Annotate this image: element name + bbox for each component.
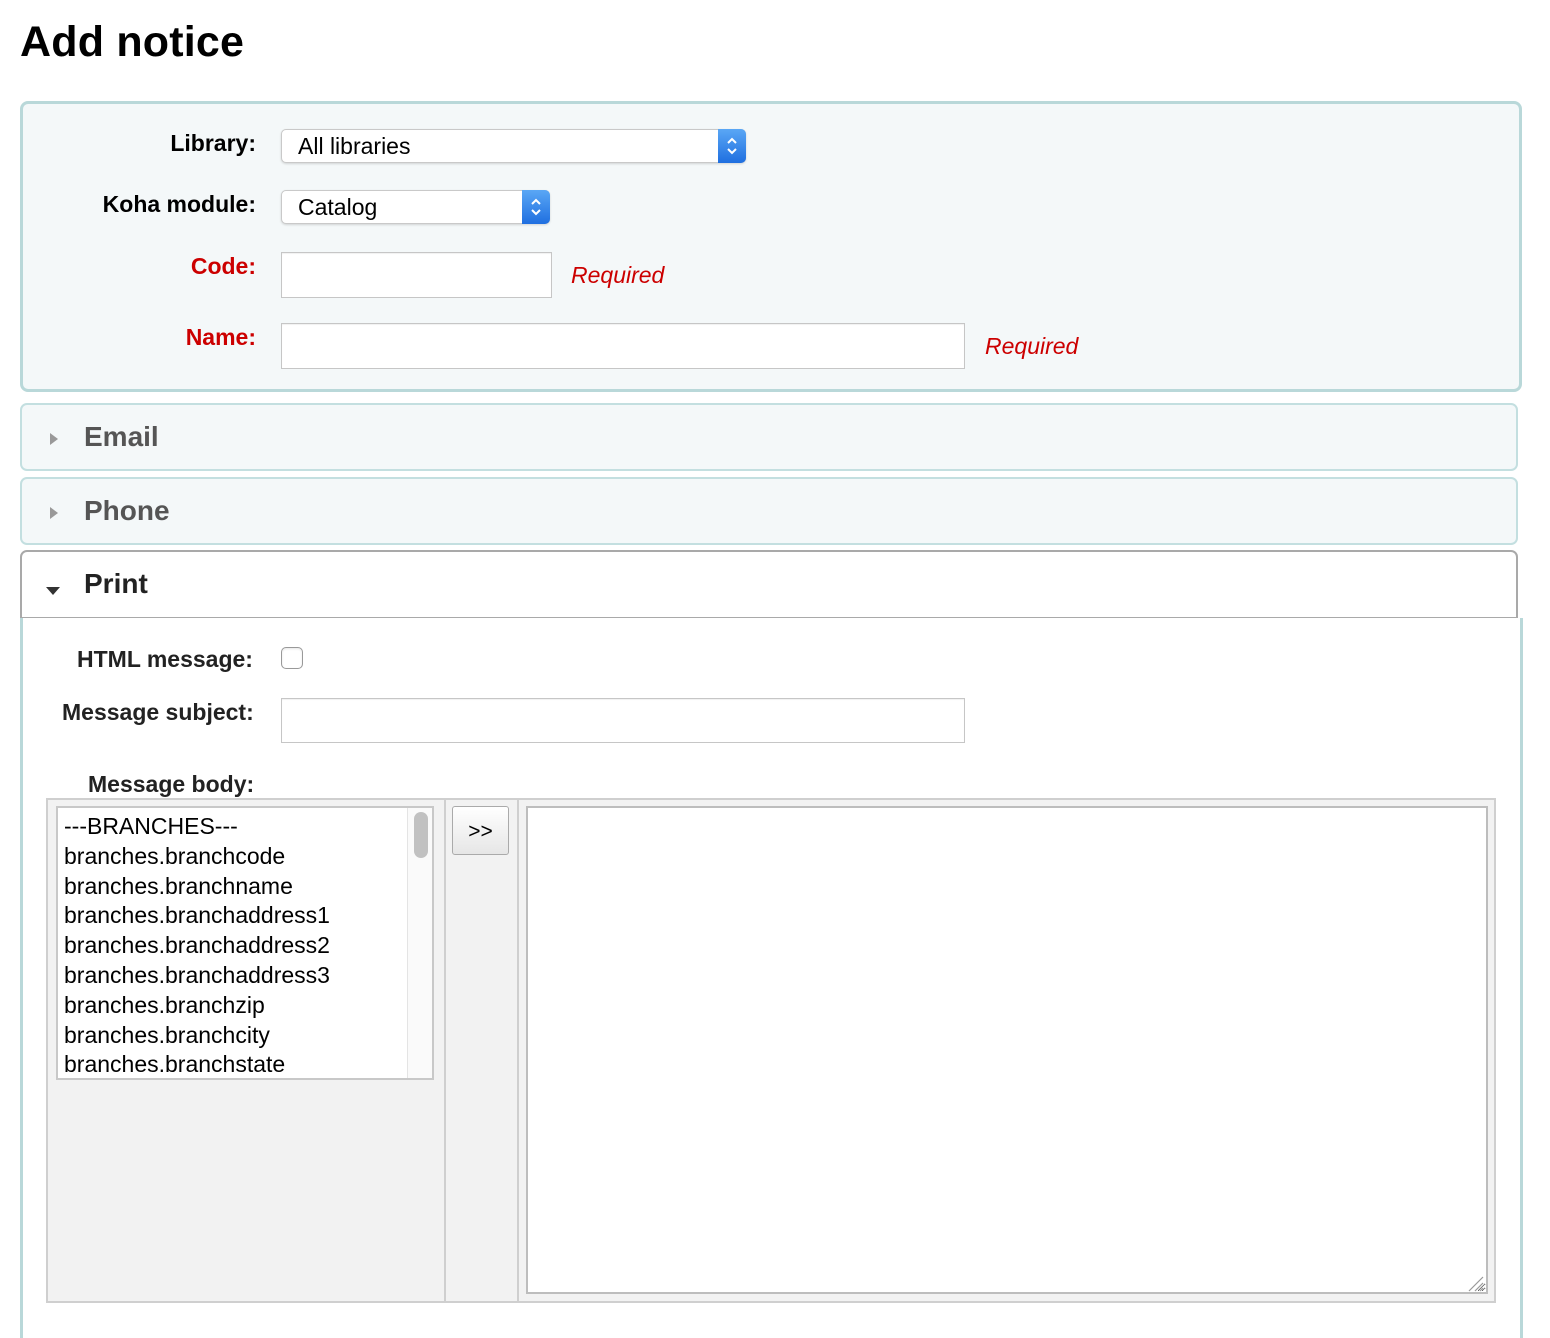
code-input[interactable] xyxy=(281,252,552,298)
field-option[interactable]: branches.branchname xyxy=(64,872,432,902)
name-input[interactable] xyxy=(281,323,965,369)
resize-grip-icon[interactable] xyxy=(1466,1274,1548,1324)
field-option[interactable]: ---BRANCHES--- xyxy=(64,812,432,842)
koha-module-select[interactable]: Catalog xyxy=(281,190,550,224)
field-list-scroll-thumb[interactable] xyxy=(414,812,428,858)
library-select[interactable]: All libraries xyxy=(281,129,746,163)
field-option[interactable]: branches.branchcity xyxy=(64,1021,432,1051)
updown-chevrons-icon xyxy=(718,129,746,163)
message-subject-input[interactable] xyxy=(281,698,965,743)
field-option[interactable]: branches.branchaddress1 xyxy=(64,901,432,931)
triangle-right-icon xyxy=(50,506,58,524)
field-option[interactable]: branches.branchcode xyxy=(64,842,432,872)
phone-section-title: Phone xyxy=(84,495,170,526)
library-label: Library: xyxy=(170,130,256,156)
database-fields-list[interactable]: ---BRANCHES--- branches.branchcode branc… xyxy=(56,806,434,1080)
html-message-label: HTML message: xyxy=(77,646,253,672)
triangle-right-icon xyxy=(50,432,58,450)
name-label: Name: xyxy=(185,324,256,350)
code-label: Code: xyxy=(190,253,256,279)
message-body-label: Message body: xyxy=(88,771,255,797)
triangle-down-icon xyxy=(46,582,60,600)
code-required-note: Required xyxy=(571,262,665,288)
field-option[interactable]: branches.branchaddress2 xyxy=(64,931,432,961)
phone-section-header[interactable]: Phone xyxy=(20,477,1518,545)
column-divider xyxy=(517,800,519,1301)
page-title: Add notice xyxy=(20,18,245,66)
html-message-checkbox[interactable] xyxy=(281,647,303,669)
library-select-value: All libraries xyxy=(298,133,411,159)
name-required-note: Required xyxy=(985,333,1079,359)
insert-field-button[interactable]: >> xyxy=(452,806,509,855)
message-subject-label: Message subject: xyxy=(62,699,254,725)
message-body-textarea[interactable] xyxy=(526,806,1488,1294)
field-list-scrollbar[interactable] xyxy=(407,808,432,1078)
print-section-title: Print xyxy=(84,568,148,599)
field-option[interactable]: branches.branchzip xyxy=(64,991,432,1021)
koha-module-select-value: Catalog xyxy=(298,194,378,220)
email-section-header[interactable]: Email xyxy=(20,403,1518,471)
email-section-title: Email xyxy=(84,421,159,452)
column-divider xyxy=(444,800,446,1301)
koha-module-label: Koha module: xyxy=(102,191,256,217)
print-section-header[interactable]: Print xyxy=(20,550,1518,618)
field-option[interactable]: branches.branchstate xyxy=(64,1050,432,1078)
field-option[interactable]: branches.branchaddress3 xyxy=(64,961,432,991)
updown-chevrons-icon xyxy=(522,190,550,224)
